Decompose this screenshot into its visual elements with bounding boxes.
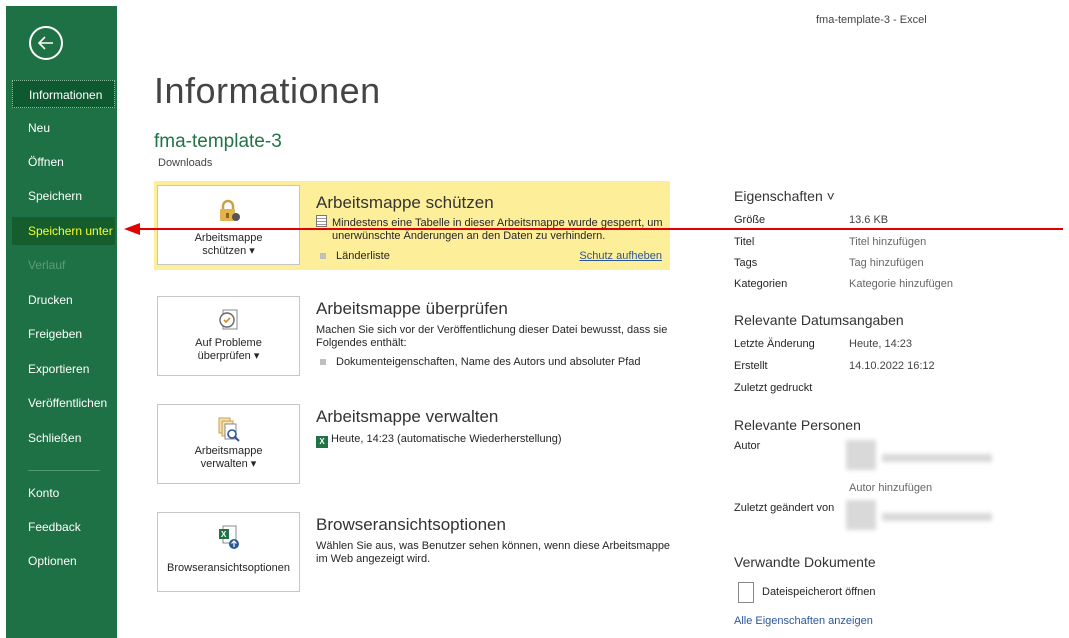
protect-title: Arbeitsmappe schützen <box>316 193 494 212</box>
back-arrow-icon <box>37 36 53 50</box>
categories-value[interactable]: Kategorie hinzufügen <box>849 278 953 290</box>
sheet-lock-icon <box>316 215 327 227</box>
inspect-item: Dokumenteigenschaften, Name des Autors u… <box>320 356 680 369</box>
open-location-link[interactable]: Dateispeicherort öffnen <box>762 586 876 598</box>
inspect-button-line1: Auf Probleme <box>195 337 262 349</box>
nav-exportieren[interactable]: Exportieren <box>12 355 115 383</box>
bullet-icon <box>320 359 326 366</box>
browser-text1: Wählen Sie aus, was Benutzer sehen könne… <box>316 540 671 552</box>
browser-view-icon: X <box>218 525 239 549</box>
title-label: Titel <box>734 236 755 248</box>
svg-text:X: X <box>221 530 227 539</box>
manage-button-line2: verwalten ▾ <box>200 458 257 470</box>
modified-label: Letzte Änderung <box>734 338 815 350</box>
last-modified-by-label: Zuletzt geändert von <box>734 502 835 514</box>
window-title: fma-template-3 - Excel <box>816 14 927 26</box>
inspect-button-line2: überprüfen ▾ <box>197 350 260 362</box>
author-name[interactable] <box>882 454 992 462</box>
browser-view-options-button[interactable]: X Browseransichtsoptionen <box>157 512 300 592</box>
protect-section: Arbeitsmappe schützen ▾ Arbeitsmappe sch… <box>154 181 670 270</box>
tags-value[interactable]: Tag hinzufügen <box>849 257 924 269</box>
nav-speichern[interactable]: Speichern <box>12 182 115 210</box>
inspect-section: Auf Probleme überprüfen ▾ Arbeitsmappe ü… <box>154 296 670 380</box>
size-label: Größe <box>734 214 766 226</box>
created-label: Erstellt <box>734 360 768 372</box>
file-location: Downloads <box>158 157 213 169</box>
printed-label: Zuletzt gedruckt <box>734 382 813 394</box>
file-name: fma-template-3 <box>154 131 282 152</box>
manage-item[interactable]: X Heute, 14:23 (automatische Wiederherste… <box>316 433 676 448</box>
manage-button-line1: Arbeitsmappe <box>194 445 263 457</box>
title-value[interactable]: Titel hinzufügen <box>849 236 926 248</box>
inspect-document-icon <box>218 309 237 330</box>
nav-konto[interactable]: Konto <box>12 479 115 507</box>
unprotect-link[interactable]: Schutz aufheben <box>579 250 662 262</box>
nav-schliessen[interactable]: Schließen <box>12 424 115 452</box>
document-icon <box>738 582 754 603</box>
inspect-title: Arbeitsmappe überprüfen <box>316 299 508 318</box>
nav-verlauf: Verlauf <box>28 258 66 272</box>
back-button[interactable] <box>29 26 63 60</box>
manage-versions-icon <box>218 417 240 442</box>
browser-description: Wählen Sie aus, was Benutzer sehen könne… <box>316 540 676 566</box>
backstage-sidebar: Informationen Neu Öffnen Speichern Speic… <box>6 6 117 638</box>
protect-description: Mindestens eine Tabelle in dieser Arbeit… <box>316 215 676 243</box>
browser-text2: im Web angezeigt wird. <box>316 553 431 565</box>
lock-icon <box>219 199 240 221</box>
last-modified-by-name[interactable] <box>882 513 992 521</box>
inspect-text1: Machen Sie sich vor der Veröffentlichung… <box>316 324 668 336</box>
people-header: Relevante Personen <box>734 417 861 433</box>
browser-title: Browseransichtsoptionen <box>316 515 506 534</box>
page-title: Informationen <box>154 70 381 111</box>
manage-workbook-button[interactable]: Arbeitsmappe verwalten ▾ <box>157 404 300 484</box>
nav-neu[interactable]: Neu <box>12 114 115 142</box>
protect-text1: Mindestens eine Tabelle in dieser Arbeit… <box>332 217 663 229</box>
nav-veroeffentlichen[interactable]: Veröffentlichen <box>12 389 115 417</box>
dates-header: Relevante Datumsangaben <box>734 312 904 328</box>
inspect-text2: Folgendes enthält: <box>316 337 407 349</box>
nav-feedback[interactable]: Feedback <box>12 513 115 541</box>
inspect-description: Machen Sie sich vor der Veröffentlichung… <box>316 324 676 350</box>
browser-section: X Browseransichtsoptionen Browseransicht… <box>154 512 670 596</box>
manage-section: Arbeitsmappe verwalten ▾ Arbeitsmappe ve… <box>154 404 670 488</box>
add-author-field[interactable]: Autor hinzufügen <box>849 482 932 494</box>
nav-oeffnen[interactable]: Öffnen <box>12 148 115 176</box>
bullet-icon <box>320 253 326 260</box>
tags-label: Tags <box>734 257 758 269</box>
created-value: 14.10.2022 16:12 <box>849 360 935 372</box>
excel-file-icon: X <box>316 436 328 448</box>
protect-button-line2: schützen ▾ <box>202 245 255 257</box>
browser-button-label: Browseransichtsoptionen <box>167 562 290 574</box>
nav-informationen[interactable]: Informationen <box>12 80 115 108</box>
last-modified-by-avatar <box>846 500 876 530</box>
protect-text2: unerwünschte Änderungen an den Daten zu … <box>332 230 606 242</box>
related-header: Verwandte Dokumente <box>734 554 876 570</box>
nav-optionen[interactable]: Optionen <box>12 547 115 575</box>
manage-title: Arbeitsmappe verwalten <box>316 407 499 426</box>
protect-workbook-button[interactable]: Arbeitsmappe schützen ▾ <box>157 185 300 265</box>
categories-label: Kategorien <box>734 278 788 290</box>
nav-drucken[interactable]: Drucken <box>12 286 115 314</box>
nav-freigeben[interactable]: Freigeben <box>12 320 115 348</box>
show-all-properties-link[interactable]: Alle Eigenschaften anzeigen <box>734 615 873 627</box>
author-avatar <box>846 440 876 470</box>
author-label: Autor <box>734 440 761 452</box>
nav-speichern-unter[interactable]: Speichern unter <box>12 217 115 245</box>
protect-button-line1: Arbeitsmappe <box>194 232 263 244</box>
nav-divider <box>28 470 100 471</box>
modified-value: Heute, 14:23 <box>849 338 912 350</box>
size-value: 13.6 KB <box>849 214 889 226</box>
check-issues-button[interactable]: Auf Probleme überprüfen ▾ <box>157 296 300 376</box>
properties-header[interactable]: Eigenschaften ˅ <box>734 188 835 204</box>
